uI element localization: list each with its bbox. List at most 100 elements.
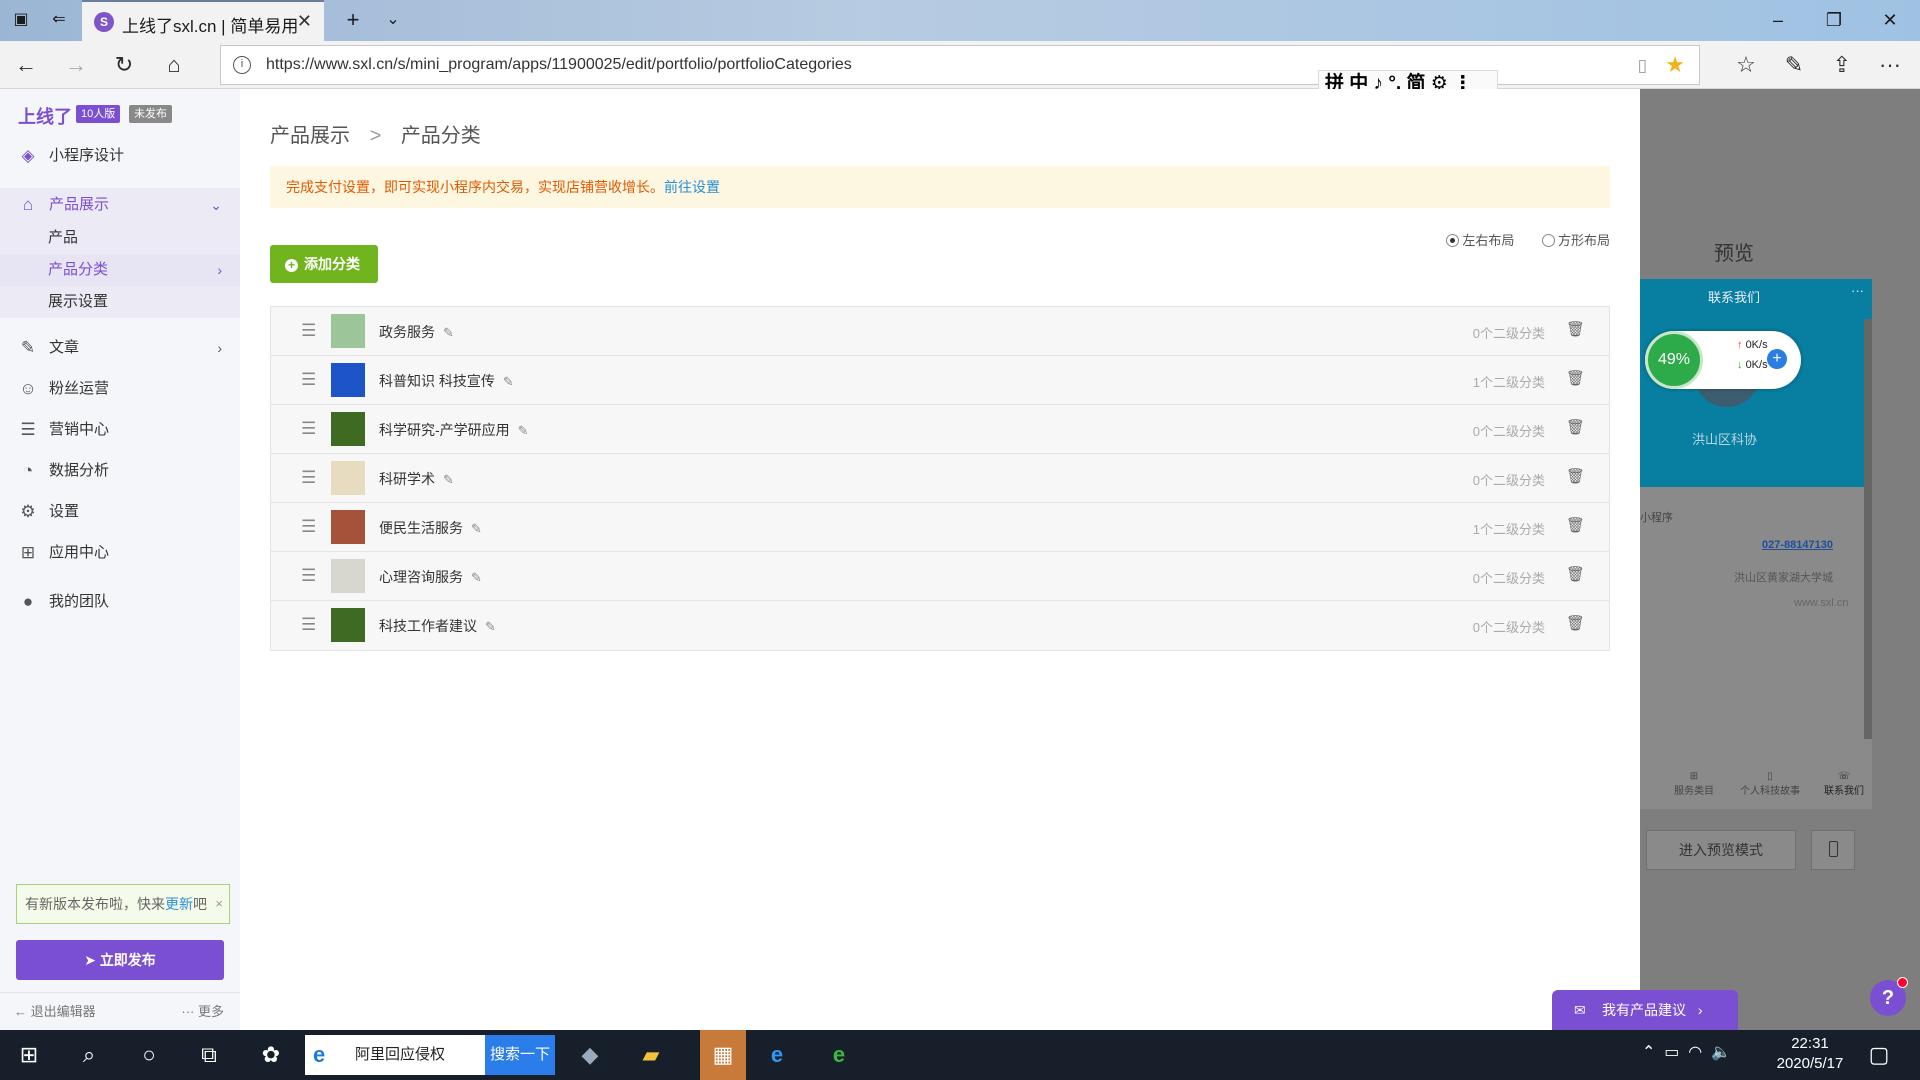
layers-icon: ◈ <box>21 146 35 165</box>
delete-icon[interactable]: 🗑 <box>1566 614 1585 632</box>
add-category-button[interactable]: + 添加分类 <box>270 245 378 283</box>
phone-scrollbar[interactable] <box>1864 319 1872 739</box>
layout-grid-radio[interactable]: 方形布局 <box>1541 233 1610 248</box>
drag-handle-icon[interactable]: ☰ <box>301 615 316 635</box>
drag-handle-icon[interactable]: ☰ <box>301 566 316 586</box>
app-pinwheel-icon[interactable]: ✿ <box>256 1040 286 1070</box>
delete-icon[interactable]: 🗑 <box>1566 516 1585 534</box>
tab-list-chevron-icon[interactable]: ⌄ <box>380 8 406 32</box>
sidebar-item-marketing[interactable]: ☰ 营销中心 <box>0 413 240 447</box>
browser-tab[interactable]: S 上线了sxl.cn | 简单易用 ✕ <box>82 0 324 41</box>
breadcrumb-parent[interactable]: 产品展示 <box>270 125 350 147</box>
notice-link[interactable]: 前往设置 <box>664 179 720 195</box>
notice-text: 完成支付设置，即可实现小程序内交易，实现店铺营收增长。 <box>286 179 664 195</box>
minimize-icon[interactable]: – <box>1758 6 1798 34</box>
edit-pencil-icon[interactable]: ✎ <box>518 423 529 438</box>
sidebar-sub-product[interactable]: 产品 <box>0 222 240 254</box>
edit-pencil-icon[interactable]: ✎ <box>471 570 482 585</box>
category-row[interactable]: ☰ 科普知识 科技宣传 ✎ 1个二级分类 🗑 <box>271 356 1609 405</box>
sidebar-sub-display-settings[interactable]: 展示设置 <box>0 286 240 318</box>
app-crystal-icon[interactable]: ◆ <box>575 1040 605 1070</box>
search-icon[interactable]: ⌕ <box>74 1040 104 1070</box>
taskbar-search-input[interactable]: e 阿里回应侵权 <box>305 1035 485 1075</box>
network-monitor-widget[interactable]: 49% ↑ 0K/s ↓ 0K/s + <box>1645 331 1801 389</box>
publish-button[interactable]: ➤ 立即发布 <box>16 940 224 980</box>
cortana-icon[interactable]: ○ <box>134 1040 164 1070</box>
edit-pencil-icon[interactable]: ✎ <box>503 374 514 389</box>
drag-handle-icon[interactable]: ☰ <box>301 370 316 390</box>
sidebar-item-articles[interactable]: ✎ 文章 › <box>0 331 240 365</box>
refresh-icon[interactable]: ↻ <box>108 50 140 80</box>
edit-pencil-icon[interactable]: ✎ <box>471 521 482 536</box>
edit-pencil-icon[interactable]: ✎ <box>443 472 454 487</box>
drag-handle-icon[interactable]: ☰ <box>301 419 316 439</box>
site-info-icon[interactable]: i <box>233 56 251 74</box>
browser-360-icon[interactable]: e <box>824 1040 854 1070</box>
maximize-icon[interactable]: ❐ <box>1814 6 1854 34</box>
subcategory-count: 0个二级分类 <box>1472 473 1545 488</box>
category-row[interactable]: ☰ 科学研究-产学研应用 ✎ 0个二级分类 🗑 <box>271 405 1609 454</box>
update-link[interactable]: 更新 <box>165 896 193 912</box>
more-icon[interactable]: ··· <box>1874 50 1906 80</box>
sidebar-item-product-display[interactable]: ⌂ 产品展示 ⌄ <box>0 188 240 222</box>
tip-close-icon[interactable]: × <box>215 885 223 923</box>
plus-icon[interactable]: + <box>1767 349 1787 369</box>
delete-icon[interactable]: 🗑 <box>1566 369 1585 387</box>
clock[interactable]: 22:31 2020/5/17 <box>1770 1034 1850 1074</box>
category-row[interactable]: ☰ 科研学术 ✎ 0个二级分类 🗑 <box>271 454 1609 503</box>
address-text: 洪山区黄家湖大学城 <box>1734 572 1833 584</box>
notes-pen-icon[interactable]: ✎ <box>1778 50 1810 80</box>
start-windows-icon[interactable]: ⊞ <box>14 1040 44 1070</box>
task-view-icon[interactable]: ⧉ <box>194 1040 224 1070</box>
book-icon: ▯ <box>1767 771 1773 782</box>
reading-view-icon[interactable]: ▯ <box>1638 56 1647 76</box>
forward-icon[interactable]: → <box>60 50 92 80</box>
sidebar-item-fans[interactable]: ☺ 粉丝运营 <box>0 372 240 406</box>
drag-handle-icon[interactable]: ☰ <box>301 468 316 488</box>
home-icon[interactable]: ⌂ <box>158 50 190 80</box>
edge-icon[interactable]: e <box>762 1040 792 1070</box>
app-image-icon[interactable]: ▦ <box>700 1030 746 1080</box>
notifications-icon[interactable]: ▢ <box>1864 1040 1894 1070</box>
set-aside-tabs-icon[interactable]: ⇐ <box>46 8 72 32</box>
delete-icon[interactable]: 🗑 <box>1566 418 1585 436</box>
category-row[interactable]: ☰ 心理咨询服务 ✎ 0个二级分类 🗑 <box>271 552 1609 601</box>
delete-icon[interactable]: 🗑 <box>1566 565 1585 583</box>
new-tab-icon[interactable]: + <box>340 8 366 32</box>
drag-handle-icon[interactable]: ☰ <box>301 321 316 341</box>
favorites-icon[interactable]: ☆ <box>1730 50 1762 80</box>
enter-preview-button[interactable]: 进入预览模式 <box>1646 830 1796 870</box>
back-icon[interactable]: ← <box>10 50 42 80</box>
sidebar-item-settings[interactable]: ⚙ 设置 <box>0 495 240 529</box>
suggestion-button[interactable]: ✉ 我有产品建议 › <box>1552 990 1738 1030</box>
more-link[interactable]: ··· 更多 <box>181 993 224 1031</box>
share-icon[interactable]: ⇪ <box>1826 50 1858 80</box>
tab-close-icon[interactable]: ✕ <box>297 11 312 32</box>
edit-pencil-icon[interactable]: ✎ <box>485 619 496 634</box>
file-explorer-icon[interactable]: ▰ <box>636 1040 666 1070</box>
exit-editor-link[interactable]: ← 退出编辑器 <box>14 993 96 1031</box>
delete-icon[interactable]: 🗑 <box>1566 467 1585 485</box>
up-arrow-icon: ↑ <box>1737 339 1746 351</box>
delete-icon[interactable]: 🗑 <box>1566 320 1585 338</box>
category-row[interactable]: ☰ 科技工作者建议 ✎ 0个二级分类 🗑 <box>271 601 1609 650</box>
category-row[interactable]: ☰ 政务服务 ✎ 0个二级分类 🗑 <box>271 307 1609 356</box>
window-menu-icon[interactable]: ▣ <box>8 8 34 32</box>
sidebar-sub-categories[interactable]: 产品分类 › <box>0 254 240 286</box>
sidebar-item-team[interactable]: ● 我的团队 <box>0 585 240 619</box>
category-row[interactable]: ☰ 便民生活服务 ✎ 1个二级分类 🗑 <box>271 503 1609 552</box>
sidebar-item-mini-design[interactable]: ◈ 小程序设计 <box>0 139 240 173</box>
favorite-star-icon[interactable]: ★ <box>1665 52 1685 78</box>
edit-pencil-icon[interactable]: ✎ <box>443 325 454 340</box>
mobile-preview-button[interactable] <box>1811 830 1855 870</box>
layout-options: 左右布局 方形布局 <box>1446 230 1610 249</box>
help-button[interactable]: ? <box>1870 977 1908 1016</box>
taskbar-search-button[interactable]: 搜索一下 <box>485 1035 555 1075</box>
system-tray[interactable]: ⌃ ▭ ◠ 🔈 <box>1642 1042 1731 1062</box>
phone-body: 小程序 027-88147130 洪山区黄家湖大学城 www.sxl.cn <box>1640 487 1872 809</box>
sidebar-item-analytics[interactable]: ◔ 数据分析 <box>0 454 240 488</box>
window-close-icon[interactable]: ✕ <box>1870 6 1910 34</box>
drag-handle-icon[interactable]: ☰ <box>301 517 316 537</box>
sidebar-item-app-center[interactable]: ⊞ 应用中心 <box>0 536 240 570</box>
layout-lr-radio[interactable]: 左右布局 <box>1446 233 1514 248</box>
